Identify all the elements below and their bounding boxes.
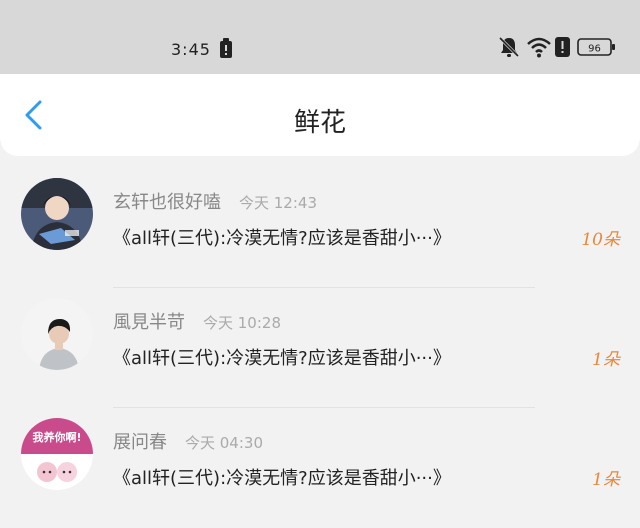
list-item[interactable]: 我养你啊! 展问春 今天 04:30 《all轩(三代):冷漠无情?应该是香甜小… bbox=[0, 408, 640, 528]
alert-icon bbox=[220, 38, 232, 58]
battery-icon: 96 bbox=[577, 38, 615, 56]
book-title[interactable]: 《all轩(三代):冷漠无情?应该是香甜小···》 bbox=[113, 464, 451, 490]
gift-count: 1朵 bbox=[592, 350, 620, 370]
timestamp: 今天 10:28 bbox=[203, 314, 281, 332]
alert-icon bbox=[555, 37, 570, 57]
status-bar: 3:45 96 bbox=[0, 0, 640, 74]
user-name[interactable]: 風見半苛 bbox=[113, 308, 185, 334]
battery-level: 96 bbox=[588, 44, 601, 55]
timestamp: 今天 12:43 bbox=[239, 194, 317, 212]
status-time: 3:45 bbox=[171, 40, 211, 59]
gift-count: 10朵 bbox=[581, 230, 620, 250]
avatar-caption: 我养你啊! bbox=[32, 430, 81, 444]
avatar[interactable]: 我养你啊! bbox=[21, 418, 93, 490]
gift-list: 玄轩也很好嗑 今天 12:43 《all轩(三代):冷漠无情?应该是香甜小···… bbox=[0, 168, 640, 528]
user-name[interactable]: 玄轩也很好嗑 bbox=[113, 188, 221, 214]
nav-bar: 鲜花 bbox=[0, 74, 640, 156]
timestamp: 今天 04:30 bbox=[185, 434, 263, 452]
avatar[interactable] bbox=[21, 178, 93, 250]
list-item[interactable]: 玄轩也很好嗑 今天 12:43 《all轩(三代):冷漠无情?应该是香甜小···… bbox=[0, 168, 640, 288]
avatar[interactable] bbox=[21, 298, 93, 370]
gift-count: 1朵 bbox=[592, 470, 620, 490]
book-title[interactable]: 《all轩(三代):冷漠无情?应该是香甜小···》 bbox=[113, 344, 451, 370]
user-name[interactable]: 展问春 bbox=[113, 428, 167, 454]
list-item[interactable]: 風見半苛 今天 10:28 《all轩(三代):冷漠无情?应该是香甜小···》 … bbox=[0, 288, 640, 408]
wifi-icon bbox=[527, 37, 551, 58]
page-title: 鲜花 bbox=[293, 108, 346, 138]
book-title[interactable]: 《all轩(三代):冷漠无情?应该是香甜小···》 bbox=[113, 224, 451, 250]
mute-bell-icon bbox=[498, 36, 520, 58]
